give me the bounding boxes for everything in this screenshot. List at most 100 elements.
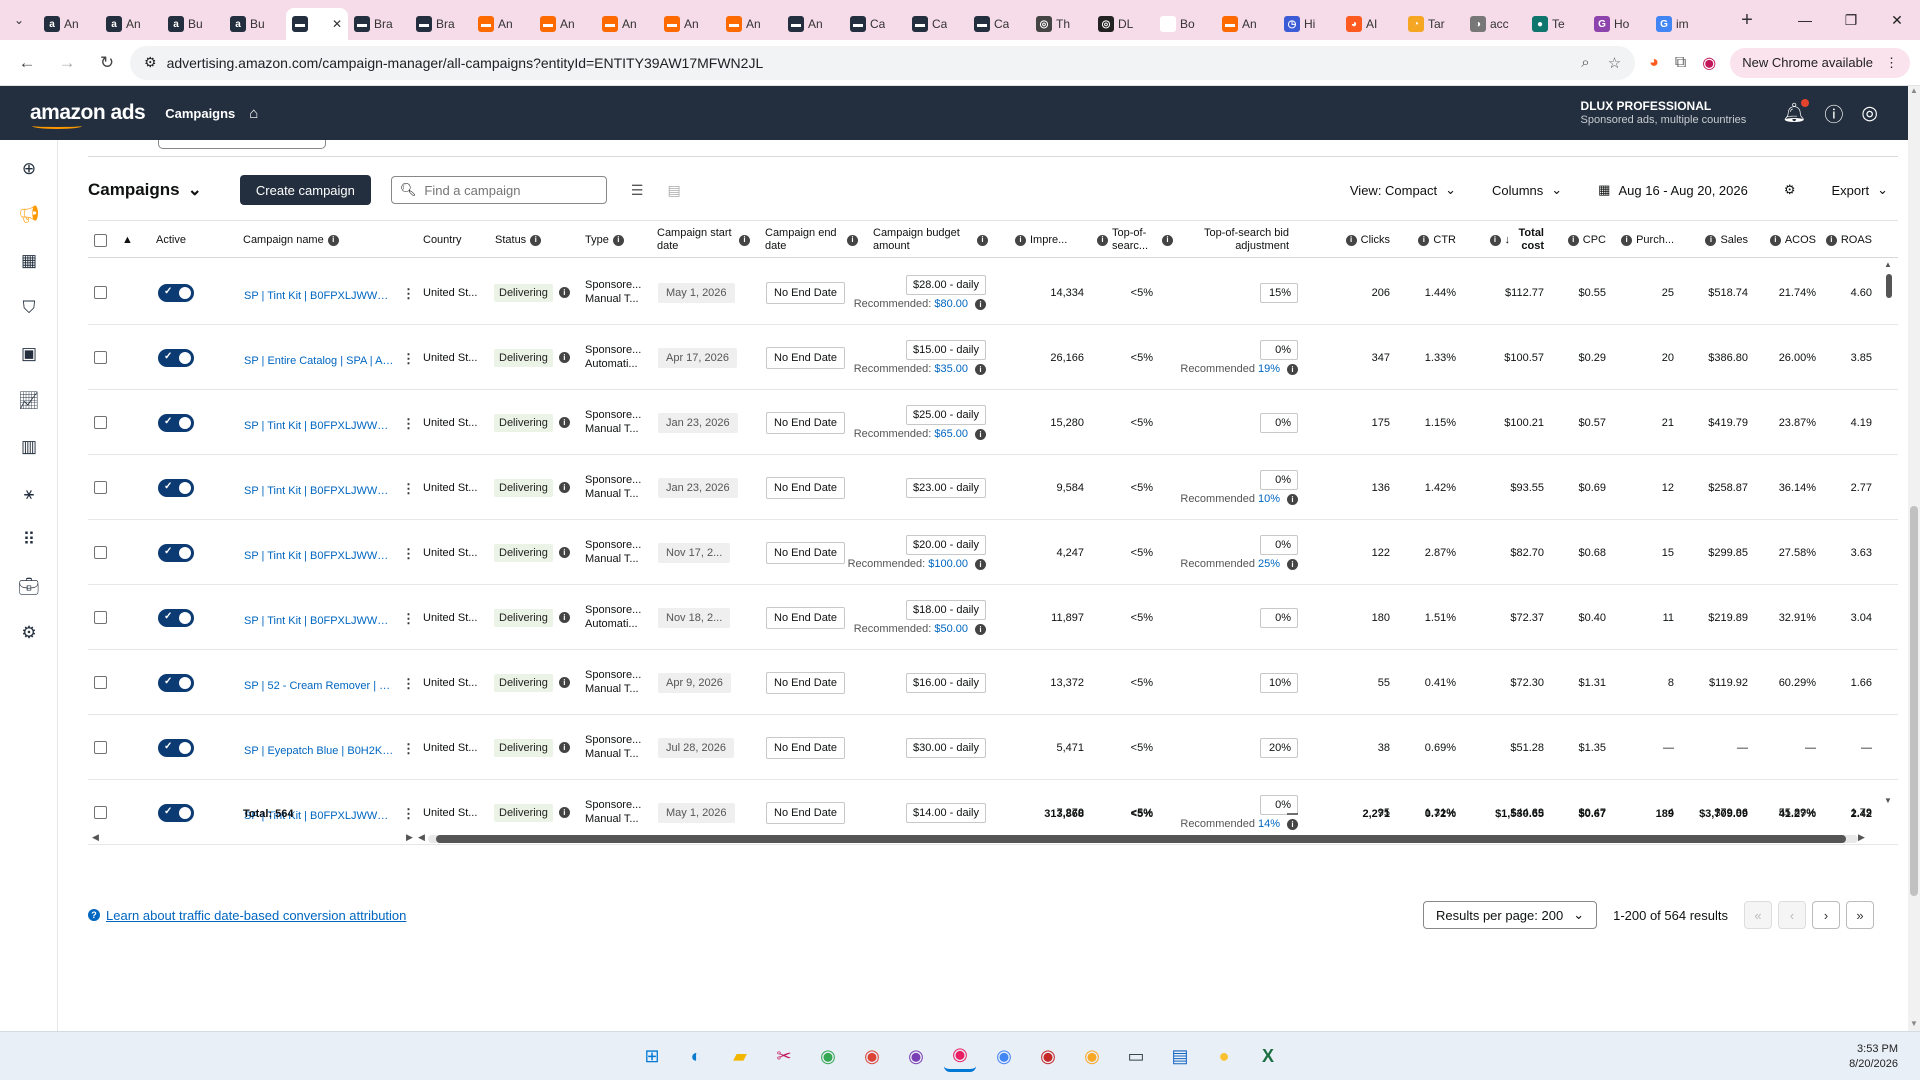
browser-tab[interactable]: ● Te [1526, 8, 1588, 40]
col-impressions[interactable]: i Impre... [1011, 221, 1067, 259]
chrome-profile-1-icon[interactable]: ◉ [812, 1040, 844, 1072]
columns-dropdown[interactable]: Columns ⌄ [1492, 182, 1562, 198]
home-icon[interactable]: ⌂ [249, 105, 258, 122]
browser-tab[interactable]: Gim [1650, 8, 1712, 40]
browser-tab[interactable]: ▬ Bra [410, 8, 472, 40]
tos-adjustment-input[interactable]: 0% [1260, 607, 1298, 628]
browser-tab[interactable]: ◷ Hi [1278, 8, 1340, 40]
recommended-budget[interactable]: Recommended: $35.00 i [854, 363, 986, 375]
status-info-icon[interactable]: i [558, 352, 570, 363]
row-checkbox[interactable] [94, 351, 107, 364]
status-info-icon[interactable]: i [558, 677, 570, 688]
view-dropdown[interactable]: View: Compact ⌄ [1350, 182, 1456, 198]
browser-tab[interactable]: a Bu [224, 8, 286, 40]
start-date-field[interactable]: Nov 17, 2... [658, 542, 731, 563]
back-button[interactable]: ← [10, 46, 44, 80]
browser-tab[interactable]: ◎ DL [1092, 8, 1154, 40]
info-icon[interactable]: i [1418, 234, 1430, 246]
row-actions-kebab-icon[interactable]: ⋮ [402, 741, 415, 757]
recommended-budget[interactable]: Recommended: $65.00 i [854, 428, 986, 440]
clipped-tab-button[interactable] [158, 140, 326, 149]
minimize-button[interactable]: — [1782, 0, 1828, 40]
active-toggle[interactable] [158, 608, 194, 627]
chrome-profile-2-icon[interactable]: ◉ [856, 1040, 888, 1072]
status-info-icon[interactable]: i [558, 287, 570, 298]
next-page-button[interactable]: › [1812, 901, 1840, 929]
bulk-actions-icon[interactable]: ▤ [667, 182, 680, 199]
recommended-budget-value[interactable]: $50.00 [934, 623, 968, 635]
info-icon[interactable]: i [1345, 234, 1357, 246]
tos-adjustment-input[interactable]: 10% [1260, 672, 1298, 693]
notepad-icon[interactable]: ▤ [1164, 1040, 1196, 1072]
recommended-adjustment[interactable]: Recommended 10% i [1180, 493, 1298, 505]
browser-tab[interactable]: ▬ An [720, 8, 782, 40]
browser-tab[interactable]: ▬ ✕ [286, 8, 348, 40]
system-clock[interactable]: 3:53 PM 8/20/2026 [1849, 1042, 1898, 1072]
zoom-icon[interactable]: ⌕ [1581, 54, 1589, 72]
reload-button[interactable]: ↻ [90, 46, 124, 80]
extensions-puzzle-icon[interactable]: ⧉ [1675, 54, 1686, 72]
browser-tab[interactable]: ▬ Bra [348, 8, 410, 40]
col-top-of-search[interactable]: i Top-of-searc... [1093, 221, 1153, 259]
col-sales[interactable]: i Sales [1674, 221, 1748, 259]
file-explorer-icon[interactable]: ▰ [724, 1040, 756, 1072]
row-checkbox[interactable] [94, 416, 107, 429]
start-date-field[interactable]: May 1, 2026 [658, 282, 735, 303]
info-icon[interactable]: i [1097, 234, 1108, 246]
create-campaign-button[interactable]: Create campaign [239, 175, 371, 205]
end-date-field[interactable]: No End Date [766, 736, 845, 759]
row-actions-kebab-icon[interactable]: ⋮ [402, 286, 415, 302]
active-toggle[interactable] [158, 413, 194, 432]
col-campaign-name[interactable]: Campaign name i [243, 221, 343, 259]
active-toggle[interactable] [158, 283, 194, 302]
chrome-profile-6-icon[interactable]: ◉ [1076, 1040, 1108, 1072]
start-date-field[interactable]: Jan 23, 2026 [658, 412, 738, 433]
creative-image-icon[interactable]: ▣ [18, 343, 40, 365]
help-icon[interactable]: ⓘ [1824, 100, 1843, 127]
info-icon[interactable]: i [739, 234, 750, 246]
recommended-budget[interactable]: Recommended: $50.00 i [854, 623, 986, 635]
browser-tab[interactable]: ▬ An [782, 8, 844, 40]
date-range-picker[interactable]: ▦ Aug 16 - Aug 20, 2026 [1598, 182, 1748, 198]
active-toggle[interactable] [158, 478, 194, 497]
browser-tab[interactable]: ▬ Ca [906, 8, 968, 40]
select-all-checkbox[interactable] [94, 221, 107, 259]
browser-tab[interactable]: ▬ An [658, 8, 720, 40]
info-icon[interactable]: i [1621, 234, 1633, 246]
col-purchases[interactable]: i Purch... [1606, 221, 1674, 259]
tos-adjustment-input[interactable]: 20% [1260, 737, 1298, 758]
chrome-active-icon[interactable]: ◉ [944, 1040, 976, 1072]
info-icon[interactable]: i [1287, 363, 1298, 375]
browser-tab[interactable]: ▬ An [472, 8, 534, 40]
browser-tab[interactable]: a An [38, 8, 100, 40]
info-icon[interactable]: i [1287, 493, 1298, 505]
col-acos[interactable]: i ACOS [1748, 221, 1816, 259]
col-country[interactable]: Country [423, 221, 462, 259]
col-end-date[interactable]: Campaign end date i [765, 221, 865, 259]
tos-adjustment-input[interactable]: 0% [1260, 535, 1298, 555]
info-icon[interactable]: i [612, 234, 624, 246]
last-page-button[interactable]: » [1846, 901, 1874, 929]
connections-network-icon[interactable]: ⚹ [18, 483, 40, 505]
recommended-budget[interactable]: Recommended: $100.00 i [848, 558, 986, 570]
table-vscroll-thumb[interactable] [1886, 274, 1892, 298]
browser-tab[interactable]: ▬ Ca [968, 8, 1030, 40]
settings-gear-icon[interactable]: ⚙ [18, 622, 40, 644]
col-status[interactable]: Status i [495, 221, 545, 259]
info-icon[interactable]: i [975, 623, 986, 635]
edge-browser-icon[interactable]: ◐ [680, 1040, 712, 1072]
end-date-field[interactable]: No End Date [766, 606, 845, 629]
info-icon[interactable]: i [530, 234, 542, 246]
profile-icon[interactable]: ◉ [1702, 53, 1716, 73]
scroll-right-icon[interactable]: ▶ [1858, 832, 1865, 843]
campaign-name-link[interactable]: SP | Tint Kit | B0FPXLJWWG |... [244, 290, 394, 302]
browser-tab[interactable]: a An [100, 8, 162, 40]
active-toggle[interactable] [158, 348, 194, 367]
row-actions-kebab-icon[interactable]: ⋮ [402, 351, 415, 367]
col-cpc[interactable]: i CPC [1544, 221, 1606, 259]
page-scroll-thumb[interactable] [1910, 506, 1918, 896]
row-actions-kebab-icon[interactable]: ⋮ [402, 546, 415, 562]
end-date-field[interactable]: No End Date [766, 281, 845, 304]
info-icon[interactable]: i [975, 428, 986, 440]
browser-tab[interactable]: 8 Bo [1154, 8, 1216, 40]
